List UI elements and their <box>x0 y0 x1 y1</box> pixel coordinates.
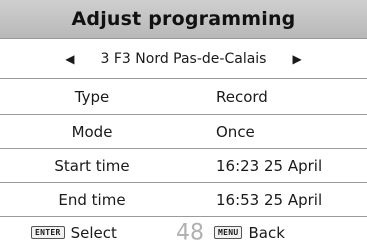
field-value: Once <box>216 122 255 141</box>
field-end-time[interactable]: End time 16:53 25 April <box>0 182 367 216</box>
field-value: Record <box>216 87 268 106</box>
channel-selector[interactable]: ◀ 3 F3 Nord Pas-de-Calais ▶ <box>0 38 367 78</box>
footer-bar: ENTER Select 48 MENU Back <box>0 216 367 248</box>
back-label: Back <box>248 223 285 242</box>
field-value: 16:23 25 April <box>216 156 323 175</box>
channel-label: 3 F3 Nord Pas-de-Calais <box>100 50 267 67</box>
field-label: Mode <box>71 122 113 141</box>
channel-number: 48 <box>176 220 204 245</box>
field-label: Start time <box>54 156 130 175</box>
field-type[interactable]: Type Record <box>0 78 367 114</box>
select-hint[interactable]: ENTER Select <box>31 224 117 242</box>
select-label: Select <box>70 223 117 242</box>
field-label: Type <box>74 87 110 106</box>
back-hint[interactable]: MENU Back <box>214 224 285 242</box>
prev-channel-icon[interactable]: ◀ <box>65 52 74 66</box>
field-start-time[interactable]: Start time 16:23 25 April <box>0 148 367 182</box>
menu-key-icon: MENU <box>214 226 243 239</box>
next-channel-icon[interactable]: ▶ <box>292 52 301 66</box>
adjust-programming-dialog: Adjust programming ◀ 3 F3 Nord Pas-de-Ca… <box>0 0 367 248</box>
enter-key-icon: ENTER <box>31 226 65 239</box>
dialog-title: Adjust programming <box>0 0 367 38</box>
field-label: End time <box>58 190 126 209</box>
field-value: 16:53 25 April <box>216 190 323 209</box>
field-mode[interactable]: Mode Once <box>0 114 367 148</box>
